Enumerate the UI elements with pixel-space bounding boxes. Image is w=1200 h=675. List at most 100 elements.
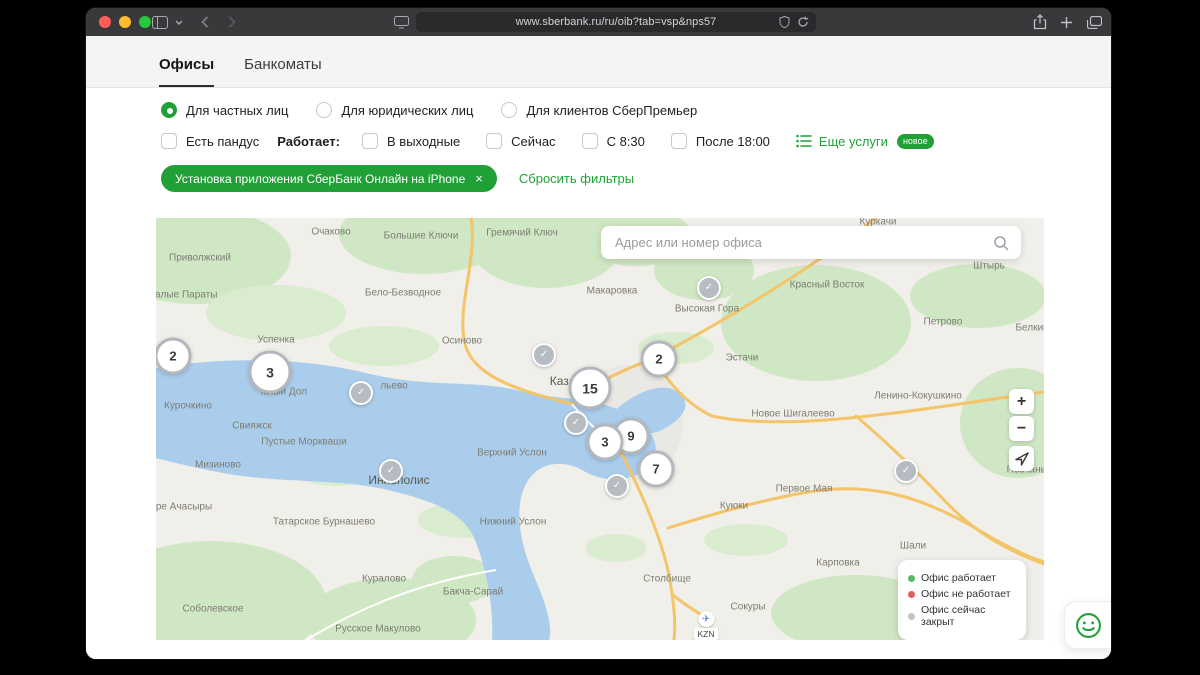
page-content: Офисы Банкоматы Для частных лиц Для юрид…: [86, 36, 1111, 659]
map-place-label: Очаково: [311, 226, 351, 238]
office-cluster-marker[interactable]: 3: [586, 423, 624, 461]
checkbox-icon[interactable]: [581, 133, 598, 149]
services-list-icon: [796, 134, 812, 148]
smiley-icon: [1075, 612, 1101, 638]
ramp-checkbox[interactable]: Есть пандус: [161, 133, 259, 149]
office-marker[interactable]: [379, 459, 403, 483]
map-place-label: льево: [380, 380, 408, 392]
back-icon[interactable]: [198, 8, 212, 36]
checkbox-icon[interactable]: [362, 133, 378, 149]
office-marker[interactable]: [532, 343, 556, 367]
map-place-label: Белкин: [1015, 322, 1044, 334]
map-place-label: Шали: [899, 540, 927, 552]
radio-icon[interactable]: [501, 102, 518, 118]
radio-icon[interactable]: [161, 102, 177, 118]
window-close-button[interactable]: [99, 16, 111, 28]
more-services-link[interactable]: Еще услуги новое: [796, 133, 934, 149]
office-cluster-marker[interactable]: 15: [568, 366, 612, 410]
zoom-in-button[interactable]: +: [1009, 389, 1034, 414]
section-tabs: Офисы Банкоматы: [86, 36, 1111, 88]
share-icon[interactable]: [1031, 8, 1049, 36]
active-filter-chip[interactable]: Установка приложения СберБанк Онлайн на …: [161, 165, 497, 192]
address-bar[interactable]: www.sberbank.ru/ru/oib?tab=vsp&nps57: [416, 12, 816, 32]
map-place-label: Верхний Услон: [477, 447, 547, 459]
offices-map[interactable]: Очаково Большие Ключи Гремячий Ключ Куркачи…: [156, 218, 1044, 640]
map-place-label: Бакча-Сарай: [442, 586, 504, 598]
reload-icon[interactable]: [797, 16, 809, 28]
chevron-down-icon[interactable]: [173, 8, 185, 36]
map-place-label: Макаровка: [586, 285, 638, 297]
work-option-checkbox[interactable]: В выходные: [362, 133, 460, 149]
office-cluster-marker[interactable]: 2: [640, 340, 678, 378]
tab-offices[interactable]: Офисы: [159, 56, 215, 87]
sidebar-toggle-icon[interactable]: [150, 8, 170, 36]
map-place-label: Куюки: [719, 500, 749, 512]
browser-window: www.sberbank.ru/ru/oib?tab=vsp&nps57 Офи…: [86, 8, 1111, 659]
work-option-checkbox[interactable]: Сейчас: [486, 133, 556, 149]
map-legend: Офис работает Офис не работает Офис сейч…: [898, 560, 1026, 640]
legend-row: Офис не работает: [908, 588, 1016, 600]
search-icon[interactable]: [993, 235, 1009, 251]
map-place-label: Малые Параты: [156, 289, 218, 301]
works-label: Работает:: [277, 133, 340, 149]
legend-row: Офис работает: [908, 572, 1016, 584]
office-marker[interactable]: [564, 411, 588, 435]
map-place-label: Куралово: [361, 573, 407, 585]
screen: { "theme": { "brand_green": "#21A038" },…: [0, 0, 1200, 675]
search-input[interactable]: [613, 234, 993, 251]
office-cluster-marker[interactable]: 3: [248, 350, 292, 394]
navigation-arrow-icon: [1014, 451, 1029, 466]
map-place-label: Столбище: [643, 573, 691, 585]
status-dot-icon: [908, 612, 915, 620]
checkbox-icon[interactable]: [161, 133, 177, 149]
map-place-label: Новое Шигалеево: [751, 408, 835, 420]
reset-filters-link[interactable]: Сбросить фильтры: [519, 171, 634, 186]
new-tab-icon[interactable]: [1057, 8, 1075, 36]
office-marker[interactable]: [349, 381, 373, 405]
office-marker[interactable]: [605, 474, 629, 498]
office-cluster-marker[interactable]: 2: [156, 337, 192, 375]
radio-legal-entities[interactable]: Для юридических лиц: [316, 102, 473, 118]
map-place-label: Сокуры: [730, 601, 766, 613]
office-marker[interactable]: [697, 276, 721, 300]
client-type-row: Для частных лиц Для юридических лиц Для …: [161, 102, 1111, 118]
office-marker[interactable]: [894, 459, 918, 483]
new-badge: новое: [896, 133, 934, 149]
window-minimize-button[interactable]: [119, 16, 131, 28]
geolocate-button[interactable]: [1009, 446, 1034, 471]
airport-marker: ✈ KZN: [693, 611, 719, 640]
work-options: В выходные Сейчас С 8:30 После 18:00: [362, 133, 770, 149]
zoom-out-button[interactable]: −: [1009, 416, 1034, 441]
map-place-label: Гремячий Ключ: [486, 227, 558, 239]
radio-sber-premier[interactable]: Для клиентов СберПремьер: [501, 102, 697, 118]
forward-icon[interactable]: [225, 8, 239, 36]
map-place-label: Приволжский: [169, 252, 231, 264]
work-option-checkbox[interactable]: С 8:30: [581, 133, 645, 149]
map-place-label: Высокая Гора: [674, 303, 740, 315]
map-place-label: Свияжск: [232, 420, 272, 432]
office-cluster-marker[interactable]: 7: [637, 450, 675, 488]
tab-overview-icon[interactable]: [1084, 8, 1104, 36]
map-place-label: Соболевское: [182, 603, 244, 615]
checkbox-icon[interactable]: [486, 133, 503, 149]
close-icon[interactable]: ×: [475, 171, 483, 186]
work-option-checkbox[interactable]: После 18:00: [670, 133, 770, 149]
map-place-label: Курочкино: [164, 400, 212, 412]
window-controls: [99, 16, 151, 28]
radio-icon[interactable]: [316, 102, 333, 118]
page-settings-icon[interactable]: [392, 8, 410, 36]
map-place-label: Эстачи: [725, 352, 759, 364]
browser-titlebar: www.sberbank.ru/ru/oib?tab=vsp&nps57: [86, 8, 1111, 36]
privacy-shield-icon[interactable]: [779, 16, 790, 28]
work-filters-row: Есть пандус Работает: В выходные Сейчас …: [161, 133, 1111, 149]
map-place-label: Первое Мая: [775, 483, 833, 495]
radio-private-clients[interactable]: Для частных лиц: [161, 102, 288, 118]
map-place-label: Петрово: [923, 316, 963, 328]
feedback-chat-button[interactable]: [1064, 601, 1111, 649]
map-search-bar[interactable]: [601, 226, 1021, 259]
map-place-label: Нижний Услон: [479, 516, 547, 528]
checkbox-icon[interactable]: [670, 133, 687, 149]
status-dot-icon: [908, 574, 915, 582]
map-place-label: Карповка: [816, 557, 860, 569]
tab-atms[interactable]: Банкоматы: [244, 56, 322, 87]
